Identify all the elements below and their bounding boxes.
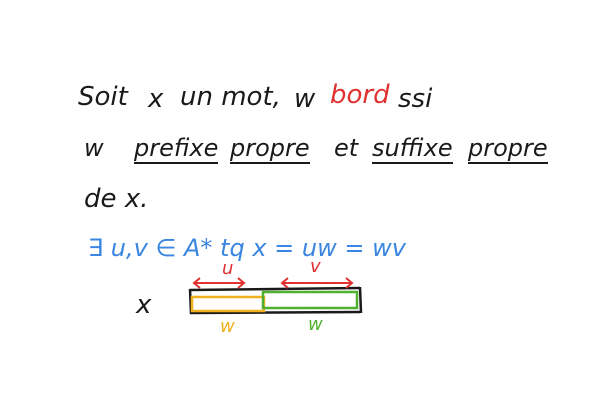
arrow-v	[280, 277, 354, 289]
word-decomposition-diagram	[188, 277, 363, 315]
arrow-u	[192, 277, 246, 289]
bar-w-right	[261, 290, 359, 310]
whiteboard-canvas: Soit x un mot, w bord ssi w prefixe prop…	[0, 0, 614, 411]
bar-w-left	[190, 295, 266, 313]
